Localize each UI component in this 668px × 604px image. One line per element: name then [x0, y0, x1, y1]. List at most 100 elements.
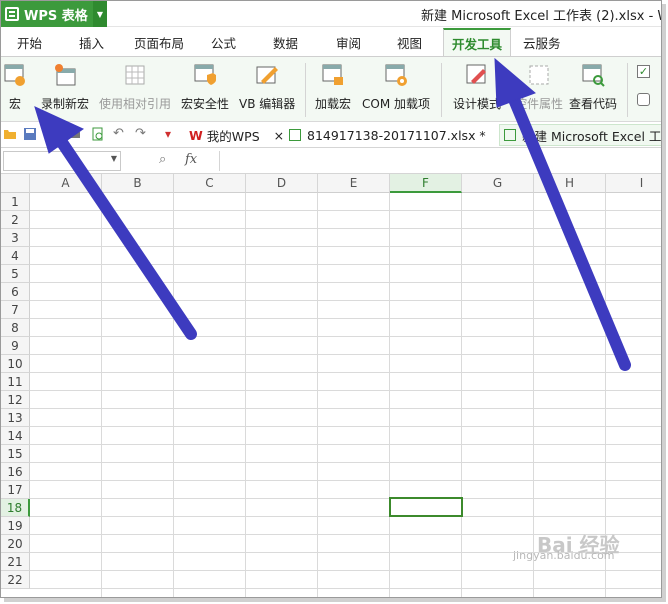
load-macro-icon	[322, 64, 343, 85]
grid-line	[30, 210, 661, 211]
column-header[interactable]: H	[534, 174, 606, 193]
undo-icon[interactable]: ↶	[113, 127, 127, 141]
tab-cloud-services[interactable]: 云服务	[523, 28, 561, 56]
grid-line	[533, 193, 534, 597]
column-header[interactable]: G	[462, 174, 534, 193]
column-header[interactable]: F	[390, 174, 462, 193]
doc-tab-active[interactable]: 新建 Microsoft Excel 工作	[499, 124, 661, 146]
grid-line	[30, 516, 661, 517]
toolbar-separator	[441, 63, 442, 117]
view-code-icon	[582, 64, 605, 87]
zoom-search-icon[interactable]: ⌕	[159, 152, 166, 167]
view-code-button[interactable]: 查看代码	[569, 63, 617, 112]
chevron-down-icon[interactable]: ▼	[111, 154, 117, 163]
row-header[interactable]: 18	[1, 499, 30, 517]
formula-bar: ▼ ⌕ fx	[1, 148, 661, 174]
chevron-down-icon[interactable]: ▼	[93, 1, 107, 27]
row-header[interactable]: 4	[1, 247, 30, 265]
row-header[interactable]: 11	[1, 373, 30, 391]
vb-editor-button[interactable]: VB 编辑器	[239, 63, 295, 112]
control-properties-button[interactable]: 控件属性	[515, 63, 563, 112]
column-header[interactable]: D	[246, 174, 318, 193]
grid-line	[317, 193, 318, 597]
spreadsheet-icon	[289, 129, 301, 141]
doc-tab-my-wps[interactable]: W 我的WPS ×	[189, 124, 284, 146]
selected-cell[interactable]	[389, 497, 463, 517]
tab-home[interactable]: 开始	[17, 28, 42, 56]
app-menu-button[interactable]: WPS 表格 ▼	[1, 1, 107, 27]
load-macro-button[interactable]: 加载宏	[315, 63, 351, 112]
control-properties-icon	[529, 65, 549, 85]
grid-line	[30, 372, 661, 373]
relative-reference-button[interactable]: 使用相对引用	[99, 63, 171, 112]
row-header[interactable]: 14	[1, 427, 30, 445]
tab-review[interactable]: 审阅	[336, 28, 361, 56]
column-header[interactable]: B	[102, 174, 174, 193]
formula-input[interactable]	[219, 151, 659, 171]
row-header[interactable]: 1	[1, 193, 30, 211]
row-header[interactable]: 3	[1, 229, 30, 247]
column-header[interactable]: E	[318, 174, 390, 193]
toolbar-separator	[305, 63, 306, 117]
grid-line	[173, 193, 174, 597]
row-header[interactable]: 20	[1, 535, 30, 553]
grid-line	[30, 588, 661, 589]
row-header[interactable]: 7	[1, 301, 30, 319]
tab-insert[interactable]: 插入	[79, 28, 104, 56]
doc-tab-xlsx[interactable]: 814917138-20171107.xlsx * ×	[289, 124, 512, 146]
row-header[interactable]: 16	[1, 463, 30, 481]
row-header[interactable]: 17	[1, 481, 30, 499]
option-icon[interactable]	[637, 93, 650, 106]
customize-icon[interactable]: ▾	[165, 127, 179, 141]
row-header[interactable]: 8	[1, 319, 30, 337]
tab-developer[interactable]: 开发工具	[443, 28, 512, 56]
fx-icon[interactable]: fx	[185, 152, 197, 167]
grid-line	[30, 246, 661, 247]
tab-view[interactable]: 视图	[397, 28, 422, 56]
open-folder-icon[interactable]	[3, 127, 17, 141]
grid-line	[245, 193, 246, 597]
select-all-corner[interactable]	[1, 174, 30, 193]
design-mode-button[interactable]: 设计模式	[453, 63, 501, 112]
tab-page-layout[interactable]: 页面布局	[134, 28, 184, 56]
row-header[interactable]: 15	[1, 445, 30, 463]
title-bar: WPS 表格 ▼ 新建 Microsoft Excel 工作表 (2).xlsx…	[1, 1, 661, 27]
window-title: 新建 Microsoft Excel 工作表 (2).xlsx - W	[421, 9, 662, 24]
save-icon[interactable]	[23, 127, 37, 141]
column-header[interactable]: I	[606, 174, 661, 193]
row-header[interactable]: 19	[1, 517, 30, 535]
grid-line	[30, 264, 661, 265]
watermark-url: jingyan.baidu.com	[513, 549, 615, 562]
grid-line	[30, 228, 661, 229]
close-icon[interactable]: ×	[274, 128, 284, 143]
tab-data[interactable]: 数据	[273, 28, 298, 56]
design-mode-icon	[466, 64, 486, 84]
tab-formulas[interactable]: 公式	[211, 28, 236, 56]
row-header[interactable]: 5	[1, 265, 30, 283]
print-icon[interactable]	[67, 127, 81, 141]
record-macro-button[interactable]: 录制新宏	[41, 63, 89, 112]
print-preview-icon[interactable]	[91, 127, 105, 141]
redo-icon[interactable]: ↷	[135, 127, 149, 141]
app-window: WPS 表格 ▼ 新建 Microsoft Excel 工作表 (2).xlsx…	[0, 0, 662, 598]
row-header[interactable]: 9	[1, 337, 30, 355]
macro-button[interactable]: 宏	[3, 63, 27, 112]
row-header[interactable]: 22	[1, 571, 30, 589]
column-header[interactable]: A	[30, 174, 102, 193]
checkbox-icon[interactable]: ✓	[637, 65, 650, 78]
wps-w-icon: W	[189, 127, 203, 143]
macro-security-button[interactable]: 宏安全性	[181, 63, 229, 112]
grid-line	[30, 480, 661, 481]
row-header[interactable]: 6	[1, 283, 30, 301]
row-header[interactable]: 21	[1, 553, 30, 571]
row-header[interactable]: 13	[1, 409, 30, 427]
row-header[interactable]: 12	[1, 391, 30, 409]
grid-line	[30, 462, 661, 463]
vb-editor-icon	[256, 66, 279, 84]
grid-line	[30, 390, 661, 391]
name-box[interactable]: ▼	[3, 151, 121, 171]
row-header[interactable]: 10	[1, 355, 30, 373]
row-header[interactable]: 2	[1, 211, 30, 229]
column-header[interactable]: C	[174, 174, 246, 193]
com-addin-button[interactable]: COM 加载项	[362, 63, 430, 112]
